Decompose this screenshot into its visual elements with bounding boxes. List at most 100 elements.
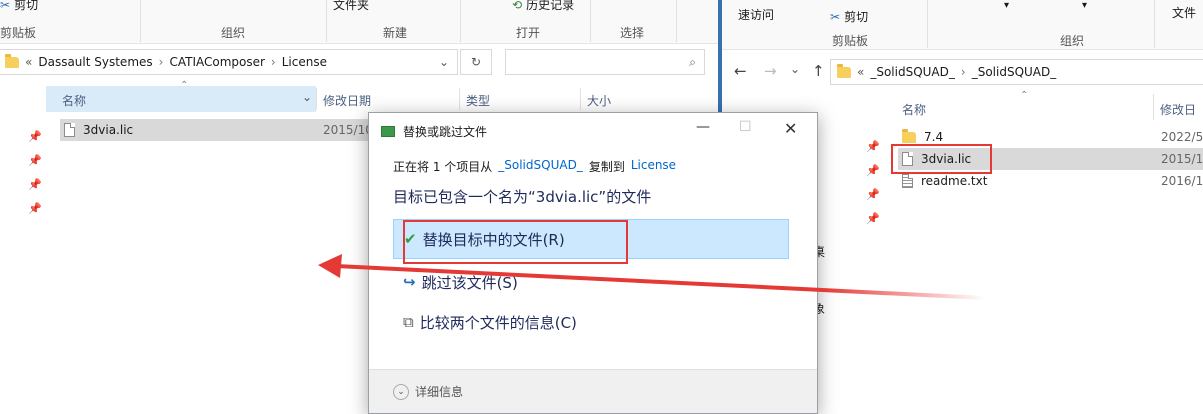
column-header-name[interactable]: 名称 [62,92,86,109]
column-divider [316,88,317,110]
breadcrumb-solidsquad[interactable]: _SolidSQUAD_ [870,65,955,79]
right-address-bar[interactable]: « _SolidSQUAD_ › _SolidSQUAD_ [830,59,1203,85]
progress-text: 正在将 1 个项目从 _SolidSQUAD_ 复制到 License [393,158,677,175]
new-folder-button[interactable]: 文件夹 [333,0,369,13]
search-icon: ⌕ [689,54,696,69]
ribbon-group-new: 新建 [383,26,408,40]
skip-arrow-icon: ↪ [403,273,416,291]
copy-icon [381,126,395,137]
file-date: 2022/5/ [1161,130,1203,144]
ribbon-group-clipboard: 剪贴板 [832,34,869,48]
pin-icon[interactable]: 📌 [866,188,880,201]
file-date: 2016/1 [1161,174,1203,188]
ribbon-separator [460,0,461,42]
chevron-right-icon: › [960,65,966,79]
recent-dropdown-icon[interactable]: ⌄ [790,62,800,76]
cut-button[interactable]: ✂ 剪切 [830,8,868,25]
pin-icon[interactable]: 📌 [28,202,42,215]
column-header-type[interactable]: 类型 [466,92,490,109]
pin-icon[interactable]: 📌 [866,212,880,225]
folder-icon [5,53,19,68]
left-address-bar[interactable]: « Dassault Systemes › CATIAComposer › Li… [0,49,458,75]
minimize-button[interactable]: — [696,119,710,135]
dialog-title: 替换或跳过文件 [403,125,488,139]
back-button[interactable]: ← [734,62,747,80]
address-dropdown-icon[interactable]: ⌄ [439,55,449,69]
breadcrumb-catiacomposer[interactable]: CATIAComposer [169,55,264,69]
compare-files-option[interactable]: ⧉ 比较两个文件的信息(C) [393,309,577,335]
ribbon-group-open: 打开 [516,26,541,40]
breadcrumb-overflow[interactable]: « [857,65,864,79]
ribbon-group-organize: 组织 [1060,34,1085,48]
ribbon-separator [326,0,327,42]
ribbon-group-clipboard: 剪贴板 [0,26,37,40]
breadcrumb-license[interactable]: License [282,55,327,69]
annotation-highlight-box [891,144,992,174]
right-ribbon: 速访问 ✂ 剪切 剪贴板 组织 ▾ ▾ 文件 [722,0,1203,50]
ribbon-overflow-label[interactable]: 文件 [1172,4,1196,21]
file-date: 2015/10 [323,123,373,137]
file-name: 7.4 [924,130,944,144]
file-icon [64,123,75,137]
ribbon-group-organize: 组织 [221,26,246,40]
pin-icon[interactable]: 📌 [28,130,42,143]
file-name: 3dvia.lic [83,123,134,137]
ribbon-separator [590,0,591,42]
breadcrumb-solidsquad-sub[interactable]: _SolidSQUAD_ [972,65,1057,79]
scissors-icon: ✂ [830,9,841,24]
details-toggle[interactable]: ⌄ 详细信息 [393,383,463,400]
ribbon-separator [140,0,141,42]
column-divider [1153,94,1154,120]
dropdown-arrow-icon[interactable]: ▾ [1082,0,1087,11]
source-folder-link[interactable]: _SolidSQUAD_ [498,158,583,175]
chevron-right-icon: › [158,55,164,69]
skip-file-option[interactable]: ↪ 跳过该文件(S) [393,269,518,295]
replace-or-skip-dialog: 替换或跳过文件 — ☐ ✕ 正在将 1 个项目从 _SolidSQUAD_ 复制… [368,112,818,414]
maximize-button[interactable]: ☐ [739,119,752,135]
column-header-date[interactable]: 修改日期 [323,92,371,109]
pin-icon[interactable]: 📌 [866,140,880,153]
expand-chevron-icon: ⌄ [393,383,409,400]
sort-ascending-icon: ⌃ [1020,90,1029,101]
column-header-name[interactable]: 名称 [902,101,926,118]
breadcrumb-overflow[interactable]: « [25,55,32,69]
file-date: 2015/1 [1161,152,1203,166]
quick-access-label[interactable]: 速访问 [738,6,774,23]
column-header-date[interactable]: 修改日 [1160,101,1196,118]
refresh-icon: ↻ [470,55,482,69]
dialog-footer: ⌄ 详细信息 [369,369,817,413]
column-divider [459,88,460,110]
search-input[interactable]: ⌕ [505,49,705,75]
file-name: readme.txt [921,174,988,188]
column-dropdown-icon[interactable]: ⌄ [302,90,312,104]
scissors-icon: ✂ [0,0,11,12]
dropdown-arrow-icon[interactable]: ▾ [1004,0,1009,11]
column-header-size[interactable]: 大小 [587,92,611,109]
compare-icon: ⧉ [403,313,414,331]
ribbon-group-select: 选择 [620,26,645,40]
pin-icon[interactable]: 📌 [866,164,880,177]
history-icon: ⟲ [512,0,523,12]
ribbon-separator [1154,0,1155,48]
pin-icon[interactable]: 📌 [28,178,42,191]
cut-button[interactable]: ✂ 剪切 [0,0,38,13]
destination-folder-link[interactable]: License [631,158,676,175]
history-button[interactable]: ⟲ 历史记录 [512,0,574,13]
pin-icon[interactable]: 📌 [28,154,42,167]
up-button[interactable]: ↑ [812,62,825,80]
ribbon-separator [676,0,677,42]
folder-icon [837,63,851,78]
dialog-heading: 目标已包含一个名为“3dvia.lic”的文件 [393,188,652,206]
column-divider [580,88,581,110]
left-ribbon: ✂ 剪切 文件夹 ⟲ 历史记录 剪贴板 组织 新建 打开 选择 [0,0,718,44]
close-button[interactable]: ✕ [784,119,797,138]
ribbon-separator [927,0,928,48]
forward-button[interactable]: → [764,62,777,80]
breadcrumb-dassault[interactable]: Dassault Systemes [38,55,152,69]
chevron-right-icon: › [270,55,276,69]
refresh-button[interactable]: ↻ [460,49,492,75]
dialog-title-bar: 替换或跳过文件 [381,123,487,140]
sort-ascending-icon: ⌃ [180,80,189,91]
text-file-icon [902,174,913,188]
file-row[interactable]: 3dvia.lic 2015/10 [60,119,380,141]
